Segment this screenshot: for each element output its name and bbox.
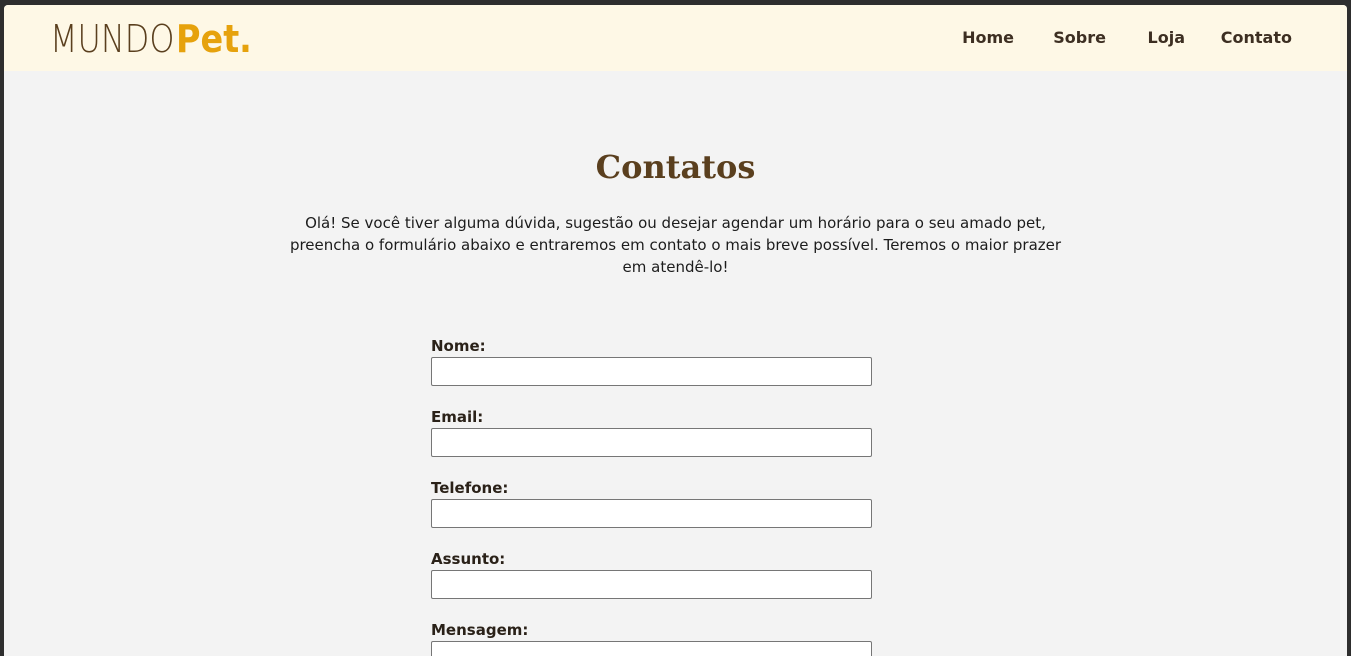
telefone-input[interactable]	[431, 499, 872, 528]
site-header: MUNDOPet. Home Sobre Loja Contato	[4, 5, 1347, 71]
field-label: Nome:	[431, 337, 486, 355]
logo-text-pet: Pet.	[176, 17, 253, 61]
field-label: Assunto:	[431, 550, 506, 568]
field-label: Email:	[431, 408, 484, 426]
field-label: Telefone:	[431, 479, 509, 497]
nav-link-sobre[interactable]: Sobre	[1053, 27, 1106, 49]
email-input[interactable]	[431, 428, 872, 457]
browser-viewport: MUNDOPet. Home Sobre Loja Contato Contat…	[4, 5, 1347, 656]
page-title: Contatos	[595, 148, 756, 186]
field-mensagem: Mensagem:	[431, 621, 872, 656]
field-telefone: Telefone:	[431, 479, 872, 528]
nome-input[interactable]	[431, 357, 872, 386]
field-assunto: Assunto:	[431, 550, 872, 599]
intro-text: Olá! Se você tiver alguma dúvida, sugest…	[289, 214, 1062, 276]
nav-link-contato[interactable]: Contato	[1221, 27, 1292, 49]
assunto-input[interactable]	[431, 570, 872, 599]
site-logo[interactable]: MUNDOPet.	[50, 17, 262, 61]
nav-link-home[interactable]: Home	[962, 27, 1014, 49]
field-nome: Nome:	[431, 337, 872, 386]
field-label: Mensagem:	[431, 621, 529, 639]
logo-text-mundo: MUNDO	[50, 17, 175, 61]
mensagem-input[interactable]	[431, 641, 872, 656]
nav-link-loja[interactable]: Loja	[1148, 27, 1185, 49]
field-email: Email:	[431, 408, 872, 457]
